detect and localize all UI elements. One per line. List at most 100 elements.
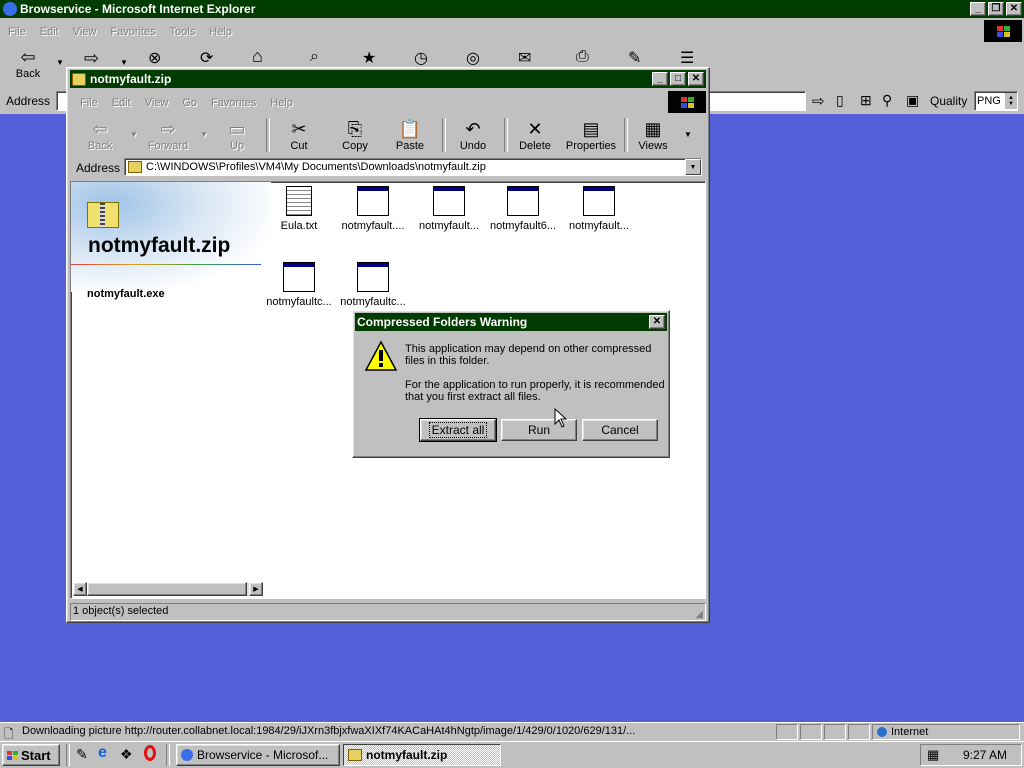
delete-button[interactable]: ✕ Delete xyxy=(514,118,556,153)
back-dropdown-icon[interactable]: ▼ xyxy=(130,130,138,139)
taskbar-item-browservice[interactable]: Browservice - Microsof... xyxy=(176,744,340,766)
ie-home-icon[interactable]: ⌂ xyxy=(252,46,263,67)
explorer-forward-button[interactable]: ⇨ Forward xyxy=(146,118,190,153)
ie-channels-icon[interactable]: ◎ xyxy=(466,48,480,68)
start-button[interactable]: Start xyxy=(2,744,60,766)
scroll-right-icon[interactable]: ▶ xyxy=(249,582,263,596)
views-dropdown-icon[interactable]: ▼ xyxy=(684,130,692,139)
explorer-status-text: 1 object(s) selected xyxy=(73,605,169,617)
ie-zoom-icon[interactable]: ⊞ xyxy=(860,92,872,109)
ie-menu-tools[interactable]: Tools xyxy=(170,26,196,38)
ie-app-icon xyxy=(3,2,17,16)
dialog-titlebar[interactable]: Compressed Folders Warning ✕ xyxy=(355,313,667,331)
status-pane xyxy=(800,724,822,740)
ie-menu-view[interactable]: View xyxy=(73,26,97,38)
ie-stop-icon[interactable]: ⊗ xyxy=(148,48,161,68)
ie-quality-select[interactable]: PNG ▲ ▼ xyxy=(974,91,1018,111)
explorer-back-button[interactable]: ⇦ Back xyxy=(80,118,120,153)
resize-grip-icon[interactable]: ◢ xyxy=(695,609,703,620)
application-icon xyxy=(357,262,389,292)
close-icon[interactable]: ✕ xyxy=(649,315,665,329)
extract-all-button[interactable]: Extract all xyxy=(419,418,497,442)
copy-button[interactable]: ⎘ Copy xyxy=(336,118,374,153)
ie-find-icon[interactable]: ⚲ xyxy=(882,92,892,109)
ie-zone-text: Internet xyxy=(891,726,929,738)
ie-back-dropdown-icon[interactable]: ▼ xyxy=(56,58,64,67)
show-desktop-icon[interactable]: ✎ xyxy=(76,746,88,763)
ie-search-icon[interactable]: ⌕ xyxy=(310,48,319,66)
views-button[interactable]: ▦ Views xyxy=(634,118,672,153)
horizontal-scrollbar[interactable]: ◀ ▶ xyxy=(73,582,263,596)
ie-throbber xyxy=(984,20,1022,42)
taskbar-item-notmyfault[interactable]: notmyfault.zip xyxy=(343,744,501,766)
forward-arrow-icon: ⇨ xyxy=(160,118,176,139)
restore-icon[interactable]: ❐ xyxy=(988,2,1004,16)
explorer-menu-view[interactable]: View xyxy=(145,97,169,109)
maximize-icon[interactable]: □ xyxy=(670,72,686,86)
ie-mail-icon[interactable]: ✉ xyxy=(518,48,531,68)
address-dropdown-icon[interactable]: ▼ xyxy=(685,159,701,175)
application-icon xyxy=(583,186,615,216)
ie-menu-edit[interactable]: Edit xyxy=(40,26,59,38)
ie-titlebar[interactable]: Browservice - Microsoft Internet Explore… xyxy=(0,0,1024,18)
explorer-menu-edit[interactable]: Edit xyxy=(112,97,131,109)
ie-forward-icon[interactable]: ⇨ xyxy=(84,48,99,69)
explorer-address-input[interactable]: C:\WINDOWS\Profiles\VM4\My Documents\Dow… xyxy=(124,158,702,176)
ie-quicklaunch-icon[interactable]: e xyxy=(98,744,107,762)
paste-button[interactable]: 📋 Paste xyxy=(390,118,430,153)
explorer-up-button[interactable]: ▭ Up xyxy=(222,118,252,153)
cut-button[interactable]: ✂ Cut xyxy=(282,118,316,153)
spinner-icon[interactable]: ▲ ▼ xyxy=(1005,93,1017,109)
status-pane xyxy=(824,724,846,740)
ie-menu-help[interactable]: Help xyxy=(209,26,232,38)
channels-quicklaunch-icon[interactable]: ❖ xyxy=(120,746,133,763)
explorer-menu-go[interactable]: Go xyxy=(182,97,197,109)
ie-go-arrow-icon[interactable]: ⇨ xyxy=(812,92,825,110)
taskbar-separator xyxy=(166,744,170,766)
opera-quicklaunch-icon[interactable] xyxy=(144,745,156,761)
clock[interactable]: 9:27 AM xyxy=(963,748,1007,762)
file-item[interactable]: notmyfault... xyxy=(563,186,635,232)
file-item[interactable]: notmyfault.... xyxy=(337,186,409,232)
ie-clipboard-icon[interactable]: ▣ xyxy=(906,92,919,109)
file-item[interactable]: Eula.txt xyxy=(263,186,335,232)
file-item[interactable]: notmyfault... xyxy=(413,186,485,232)
minimize-icon[interactable]: _ xyxy=(652,72,668,86)
scheduler-tray-icon[interactable]: ▦ xyxy=(927,747,939,763)
folder-zip-icon xyxy=(128,161,142,173)
forward-dropdown-icon[interactable]: ▼ xyxy=(200,130,208,139)
scroll-left-icon[interactable]: ◀ xyxy=(73,582,87,596)
ie-discuss-icon[interactable]: ☰ xyxy=(680,48,694,68)
minimize-icon[interactable]: _ xyxy=(970,2,986,16)
ie-print-icon[interactable]: ⎙ xyxy=(576,48,589,66)
undo-button[interactable]: ↶ Undo xyxy=(454,118,492,153)
file-item[interactable]: notmyfaultc... xyxy=(263,262,335,308)
scroll-thumb[interactable] xyxy=(87,582,247,596)
dialog-message-4: that you first extract all files. xyxy=(405,391,541,403)
folder-title: notmyfault.zip xyxy=(88,234,231,257)
ie-forward-dropdown-icon[interactable]: ▼ xyxy=(120,58,128,67)
application-icon xyxy=(433,186,465,216)
explorer-menu-help[interactable]: Help xyxy=(270,97,293,109)
ie-statusbar: 🗋 Downloading picture http://router.coll… xyxy=(0,722,1024,741)
ie-edit-icon[interactable]: ✎ xyxy=(628,48,641,68)
toolbar-separator xyxy=(266,118,270,152)
file-item[interactable]: notmyfaultc... xyxy=(337,262,409,308)
ie-favorites-icon[interactable]: ★ xyxy=(362,48,376,68)
close-icon[interactable]: ✕ xyxy=(1006,2,1022,16)
toolbar-separator xyxy=(624,118,628,152)
file-item[interactable]: notmyfault6... xyxy=(487,186,559,232)
ie-menu-file[interactable]: File xyxy=(8,26,26,38)
explorer-titlebar[interactable]: notmyfault.zip _ □ ✕ xyxy=(70,70,706,88)
ie-menu-favorites[interactable]: Favorites xyxy=(110,26,155,38)
cancel-button[interactable]: Cancel xyxy=(582,419,658,441)
explorer-menu-favorites[interactable]: Favorites xyxy=(211,97,256,109)
ie-back-button[interactable]: ⇦ Back xyxy=(10,46,46,81)
explorer-menu-file[interactable]: File xyxy=(80,97,98,109)
ie-bookmark-icon[interactable]: ▯ xyxy=(836,92,844,109)
close-icon[interactable]: ✕ xyxy=(688,72,704,86)
explorer-menubar: File Edit View Go Favorites Help xyxy=(80,95,307,111)
properties-button[interactable]: ▤ Properties xyxy=(564,118,618,153)
ie-refresh-icon[interactable]: ⟳ xyxy=(200,48,213,68)
ie-history-icon[interactable]: ◷ xyxy=(414,48,428,68)
